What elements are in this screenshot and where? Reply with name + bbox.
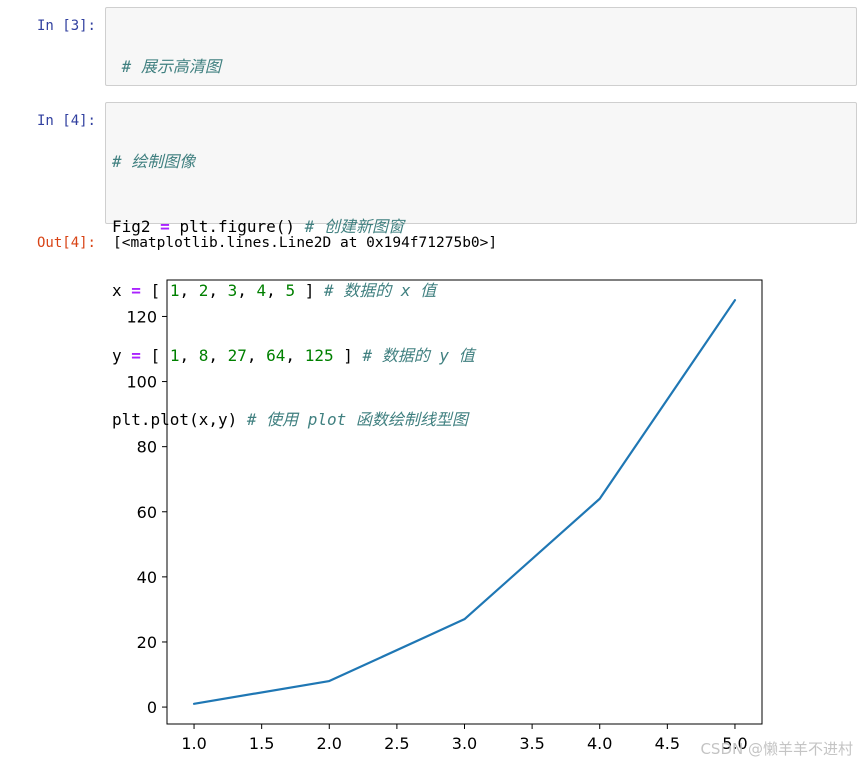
- y-tick-label: 60: [137, 503, 157, 522]
- code-line: # 展示高清图: [112, 56, 852, 78]
- x-tick-label: 1.0: [181, 734, 206, 753]
- output-repr: [<matplotlib.lines.Line2D at 0x194f71275…: [113, 235, 498, 251]
- y-tick-label: 80: [137, 438, 157, 457]
- cell-2-prompt: In [4]:: [36, 113, 96, 129]
- y-tick-label: 20: [137, 633, 157, 652]
- x-tick-label: 1.5: [249, 734, 274, 753]
- y-tick-label: 120: [126, 307, 157, 326]
- code-token: # 绘制图像: [112, 152, 196, 171]
- x-tick-label: 4.5: [655, 734, 680, 753]
- line-chart: 1.0 1.5 2.0 2.5 3.0 3.5 4.0 4.5 5.00204060801001…: [126, 279, 763, 753]
- code-line: # 绘制图像: [112, 151, 852, 173]
- x-tick-label: 2.0: [317, 734, 342, 753]
- x-tick-label: 3.5: [519, 734, 544, 753]
- x-tick-label: 2.5: [384, 734, 409, 753]
- output-prompt: Out[4]:: [36, 235, 96, 251]
- cell-1-code-editor[interactable]: # 展示高清图 from matplotlib_inline import ba…: [105, 7, 857, 205]
- axes-frame: [166, 279, 763, 725]
- cell-1-prompt: In [3]:: [36, 18, 96, 34]
- watermark: CSDN @懒羊羊不进村: [700, 740, 853, 758]
- y-tick-label: 100: [126, 373, 157, 392]
- x-tick-label: 4.0: [587, 734, 612, 753]
- code-token: # 展示高清图: [112, 57, 221, 76]
- y-tick-label: 0: [147, 698, 157, 717]
- x-tick-label: 3.0: [452, 734, 477, 753]
- y-tick-label: 40: [137, 568, 157, 587]
- series-line: [192, 299, 737, 705]
- cell-2-code-editor[interactable]: # 绘制图像 Fig2 = plt.figure() # 创建新图窗 x = […: [105, 102, 857, 429]
